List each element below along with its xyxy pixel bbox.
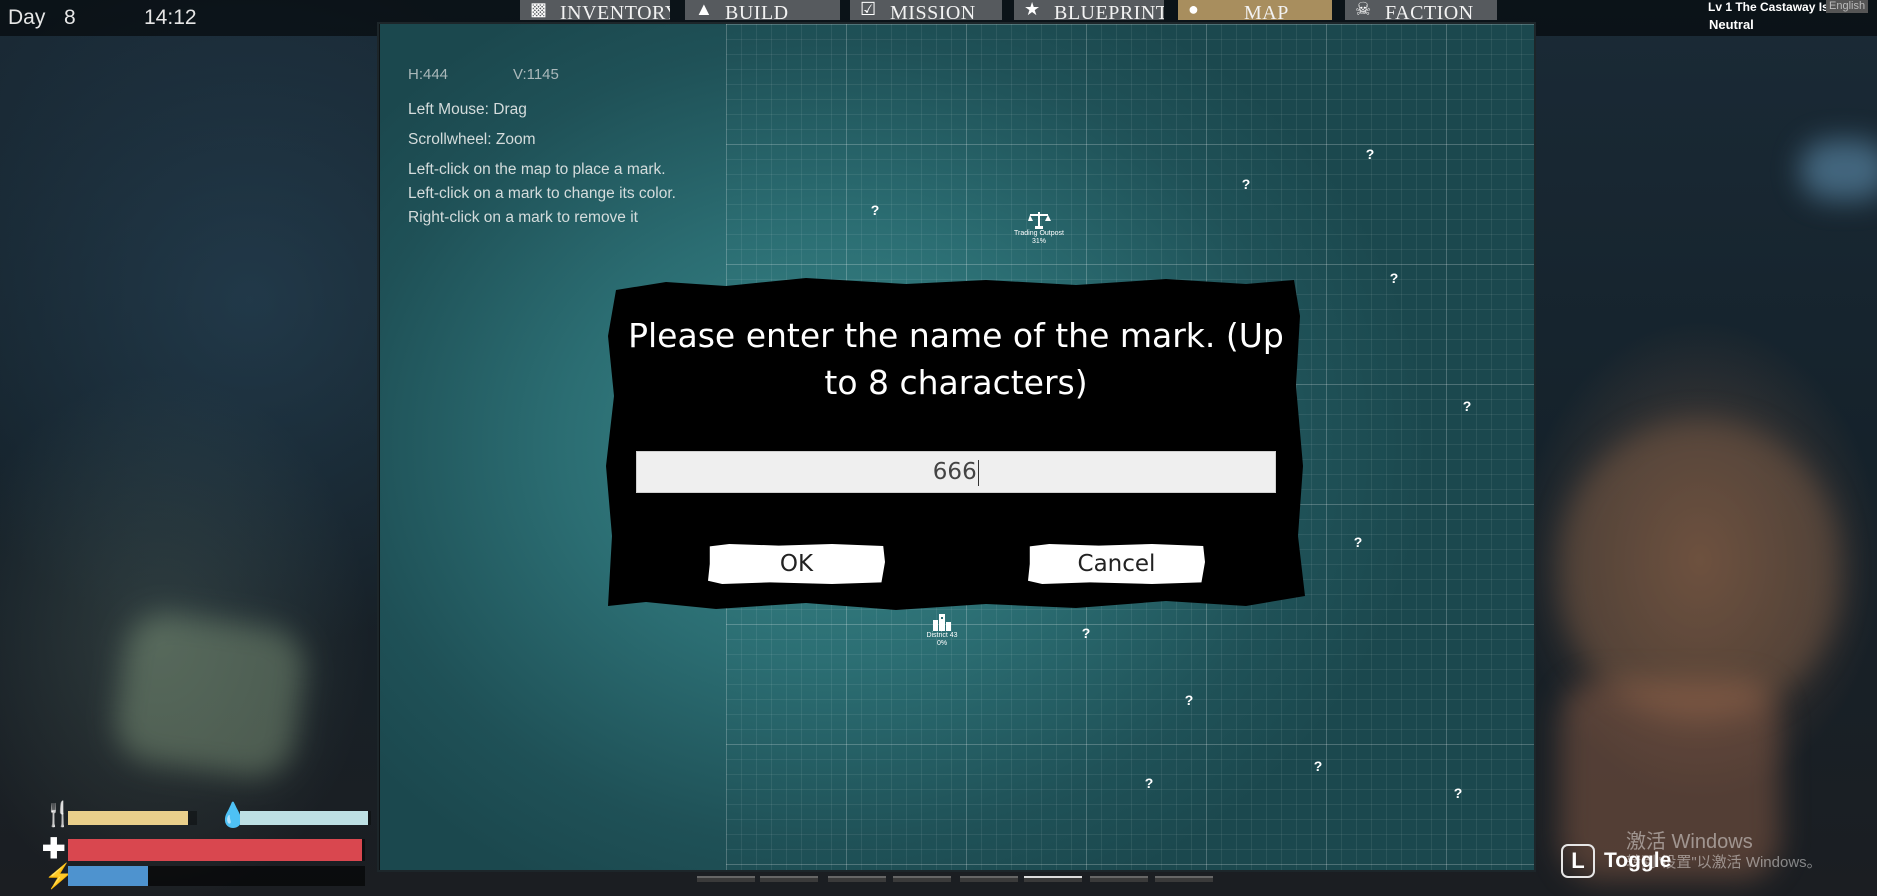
- text-caret: [977, 459, 980, 486]
- help-remove: Right-click on a mark to remove it: [408, 209, 638, 226]
- skull-icon: ☠: [1355, 0, 1372, 19]
- scales-icon: [1028, 212, 1051, 229]
- build-icon: ▲: [695, 0, 714, 19]
- health-bar-fill: [68, 839, 363, 861]
- tab-label: INVENTORY: [560, 2, 670, 20]
- unknown-location-mark[interactable]: ?: [1311, 758, 1325, 774]
- location-progress: 31%: [1031, 238, 1046, 245]
- toggle-key-badge: L: [1561, 844, 1595, 878]
- location-district-43[interactable]: District 43 0%: [912, 612, 972, 648]
- hotbar-slot-selected[interactable]: [1024, 876, 1082, 882]
- help-place: Left-click on the map to place a mark.: [408, 161, 666, 178]
- day-label: Day: [8, 6, 46, 29]
- game-screen: Day 8 14:12 ▩ INVENTORY ▲ BUILD ☑ MISSIO…: [0, 0, 1877, 896]
- tab-inventory[interactable]: ▩ INVENTORY: [520, 0, 670, 20]
- mark-name-dialog: Please enter the name of the mark. (Up t…: [606, 276, 1306, 612]
- faction-stance: Neutral: [1709, 17, 1754, 32]
- location-progress: 0%: [936, 640, 948, 647]
- tab-label: MISSION: [890, 2, 976, 20]
- help-zoom: Scrollwheel: Zoom: [408, 131, 536, 148]
- tab-label: MAP: [1244, 2, 1289, 20]
- food-bar: [68, 811, 197, 825]
- help-color: Left-click on a mark to change its color…: [408, 185, 676, 202]
- tab-label: BLUEPRINT: [1054, 2, 1164, 20]
- help-drag: Left Mouse: Drag: [408, 101, 527, 118]
- location-name: District 43: [926, 632, 958, 639]
- unknown-location-mark[interactable]: ?: [1363, 146, 1377, 162]
- tab-faction[interactable]: ☠ FACTION: [1345, 0, 1497, 20]
- hotbar-slot[interactable]: [760, 876, 818, 882]
- stamina-bar-fill: [68, 866, 149, 886]
- tab-blueprint[interactable]: ★ BLUEPRINT: [1014, 0, 1164, 20]
- tab-map[interactable]: ● MAP: [1178, 0, 1332, 20]
- background-object: [1800, 140, 1877, 200]
- unknown-location-mark[interactable]: ?: [1142, 775, 1156, 791]
- location-name: Trading Outpost: [1014, 230, 1064, 237]
- horizontal-coordinate: H:444: [408, 66, 449, 83]
- tab-label: FACTION: [1385, 2, 1474, 20]
- input-value: 666: [932, 459, 977, 485]
- game-clock: 14:12: [144, 6, 197, 29]
- hotbar-slot[interactable]: [1090, 876, 1148, 882]
- background-object: [1560, 420, 1840, 720]
- hotbar-slot[interactable]: [1155, 876, 1213, 882]
- location-trading-outpost[interactable]: Trading Outpost 31%: [1009, 210, 1069, 246]
- unknown-location-mark[interactable]: ?: [1451, 785, 1465, 801]
- tab-build[interactable]: ▲ BUILD: [685, 0, 840, 20]
- cancel-button[interactable]: Cancel: [1028, 544, 1205, 584]
- inventory-icon: ▩: [530, 0, 548, 19]
- day-counter: 8: [64, 6, 76, 29]
- unknown-location-mark[interactable]: ?: [1182, 692, 1196, 708]
- water-bar-fill: [240, 811, 369, 825]
- hotbar-slot[interactable]: [697, 876, 755, 882]
- tab-label: BUILD: [725, 2, 789, 20]
- toggle-label[interactable]: Toggle: [1604, 849, 1671, 873]
- unknown-location-mark[interactable]: ?: [1351, 534, 1365, 550]
- region-name: Lv 1 The Castaway Is: [1708, 0, 1828, 14]
- food-bar-fill: [68, 811, 188, 825]
- blueprint-icon: ★: [1024, 0, 1041, 19]
- unknown-location-mark[interactable]: ?: [1239, 176, 1253, 192]
- unknown-location-mark[interactable]: ?: [1460, 398, 1474, 414]
- tab-mission[interactable]: ☑ MISSION: [850, 0, 1002, 20]
- unknown-location-mark[interactable]: ?: [1079, 625, 1093, 641]
- map-instructions: Left Mouse: Drag Scrollwheel: Zoom Left-…: [408, 98, 676, 230]
- dialog-title: Please enter the name of the mark. (Up t…: [628, 316, 1284, 402]
- ok-button[interactable]: OK: [708, 544, 885, 584]
- unknown-location-mark[interactable]: ?: [868, 202, 882, 218]
- hotbar-slot[interactable]: [828, 876, 886, 882]
- water-bar: [240, 811, 371, 825]
- mark-name-input[interactable]: 666: [636, 451, 1276, 493]
- health-bar: [68, 839, 365, 861]
- mission-icon: ☑: [860, 0, 877, 19]
- city-icon: [933, 614, 951, 631]
- hotbar-slot[interactable]: [893, 876, 951, 882]
- health-cross-icon: ✚: [42, 833, 66, 864]
- stamina-bar: [68, 866, 365, 886]
- background-object: [110, 608, 310, 782]
- vertical-coordinate: V:1145: [513, 66, 559, 83]
- unknown-location-mark[interactable]: ?: [1387, 270, 1401, 286]
- map-pin-icon: ●: [1188, 0, 1200, 19]
- hotbar-slot[interactable]: [960, 876, 1018, 882]
- language-selector[interactable]: English: [1826, 0, 1869, 13]
